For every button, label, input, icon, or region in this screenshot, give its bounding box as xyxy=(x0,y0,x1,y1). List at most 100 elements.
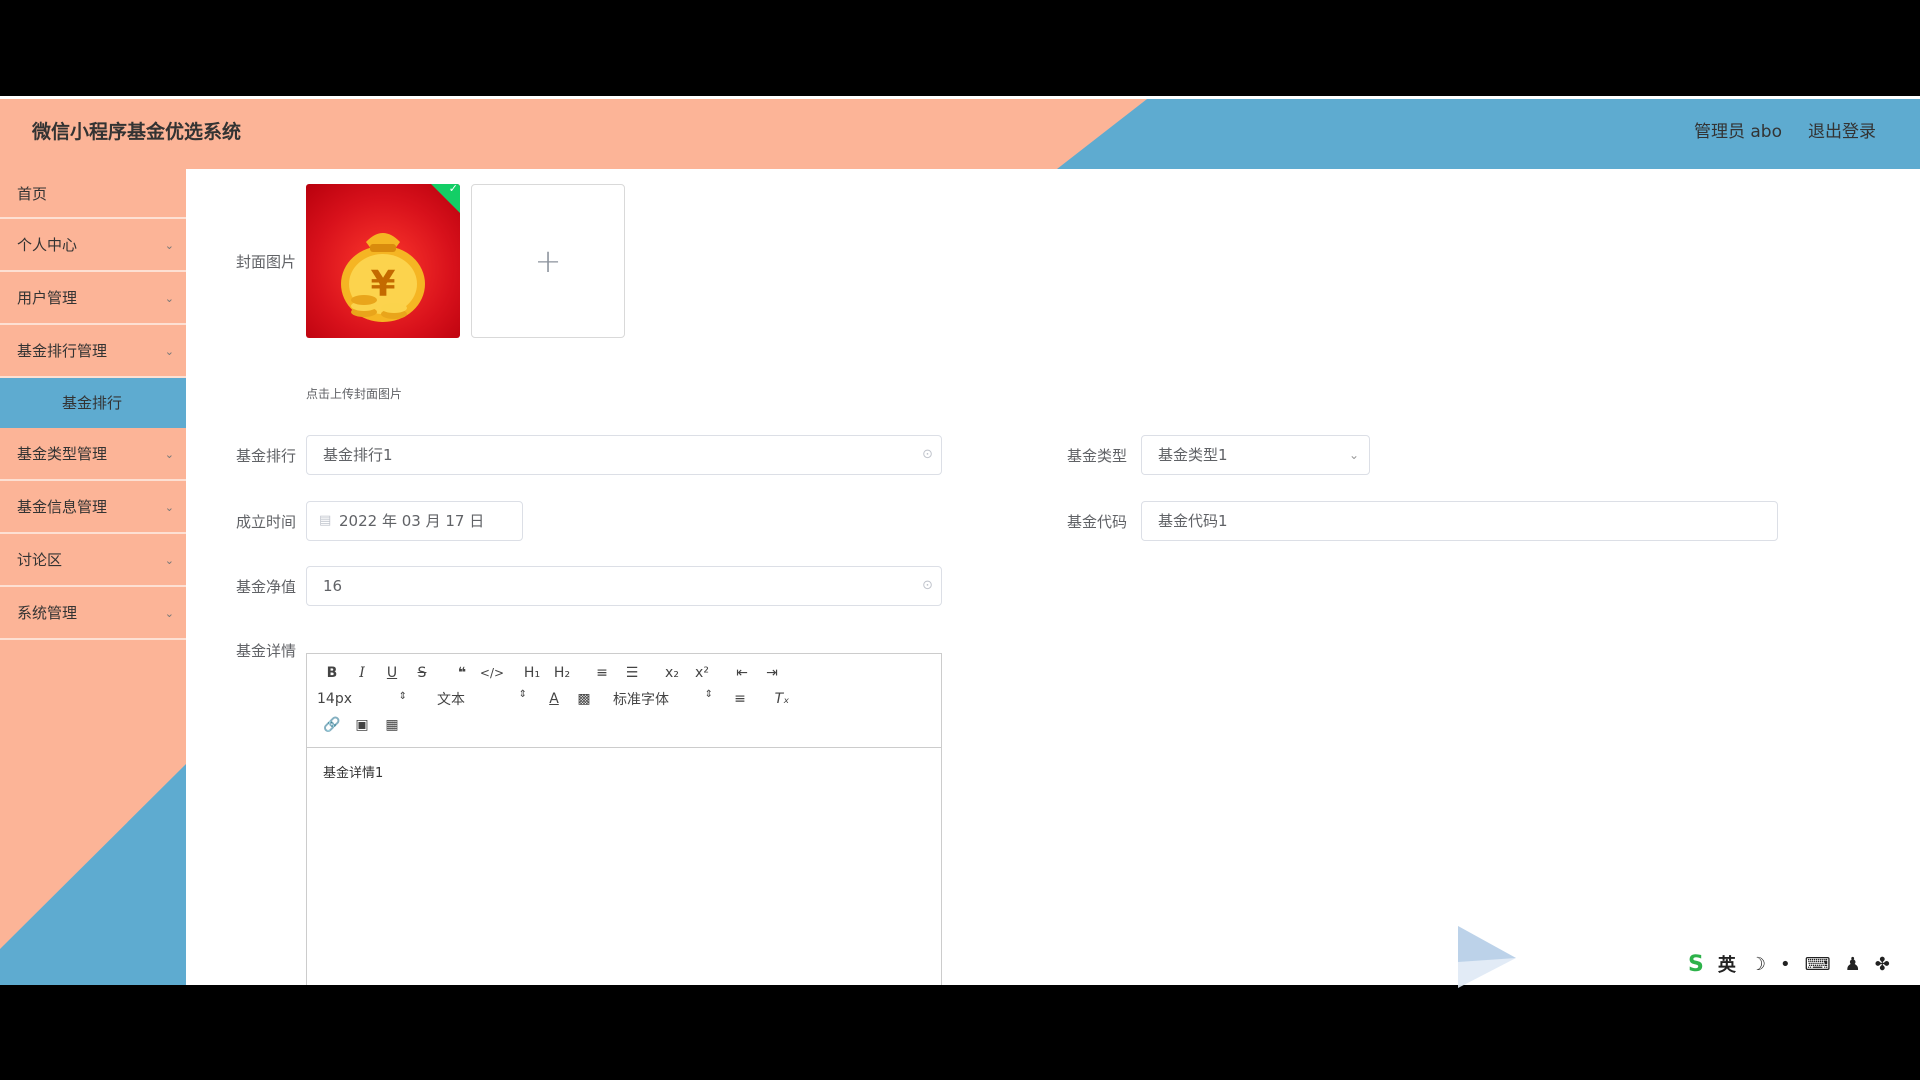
link-icon[interactable]: 🔗 xyxy=(317,717,347,733)
cover-upload-hint: 点击上传封面图片 xyxy=(306,387,403,401)
clear-icon[interactable]: ⊙ xyxy=(922,436,933,474)
sidebar-item-personal-center[interactable]: 个人中心 ⌄ xyxy=(0,219,186,272)
rank-input-value: 基金排行1 xyxy=(323,446,393,464)
code-input-value: 基金代码1 xyxy=(1158,512,1228,530)
image-icon[interactable]: ▣ xyxy=(347,717,377,733)
chevron-down-icon: ⌄ xyxy=(164,554,174,567)
admin-user: 管理员 abo xyxy=(1693,122,1782,142)
clear-icon[interactable]: ⊙ xyxy=(922,567,933,605)
app-title: 微信小程序基金优选系统 xyxy=(32,121,242,143)
sidebar-item-label: 用户管理 xyxy=(17,289,78,307)
type-select[interactable]: 基金类型1 ⌄ xyxy=(1141,435,1370,475)
chevron-down-icon: ⌄ xyxy=(164,239,174,252)
bullet-list-icon[interactable]: ☰ xyxy=(617,665,647,681)
rich-text-editor: B I U S ❝ </> H₁ H₂ ≡ ☰ x₂ x² ⇤ ⇥ 14px ⇕ xyxy=(306,653,942,985)
code-block-icon[interactable]: </> xyxy=(477,666,507,680)
detail-label: 基金详情 xyxy=(235,642,296,660)
sort-arrows-icon: ⇕ xyxy=(518,689,527,700)
editor-toolbar: B I U S ❝ </> H₁ H₂ ≡ ☰ x₂ x² ⇤ ⇥ 14px ⇕ xyxy=(307,654,941,748)
cover-image-thumbnail[interactable]: ¥ ✓ xyxy=(306,184,460,338)
bold-icon[interactable]: B xyxy=(317,665,347,681)
sidebar-item-fund-rank-management[interactable]: 基金排行管理 ⌄ xyxy=(0,325,186,378)
superscript-icon[interactable]: x² xyxy=(687,665,717,681)
sidebar-menu: 首页 个人中心 ⌄ 用户管理 ⌄ 基金排行管理 ⌄ 基金排行 基金类型管理 ⌄ 基金信息… xyxy=(0,169,186,640)
ime-moon-icon[interactable]: ☽ xyxy=(1750,954,1766,975)
ime-punct-icon[interactable]: • xyxy=(1780,954,1791,975)
chevron-down-icon: ⌄ xyxy=(164,501,174,514)
cover-label: 封面图片 xyxy=(235,253,296,271)
h2-icon[interactable]: H₂ xyxy=(547,665,577,681)
chevron-down-icon: ⌄ xyxy=(164,607,174,620)
font-family-select[interactable]: 标准字体 ⇕ xyxy=(613,689,713,709)
upload-add-button[interactable]: + xyxy=(471,184,625,338)
rank-input[interactable]: 基金排行1 ⊙ xyxy=(306,435,942,475)
ime-logo-icon[interactable]: S xyxy=(1688,952,1704,977)
sidebar-item-label: 个人中心 xyxy=(17,236,78,254)
header-actions: 管理员 abo 退出登录 xyxy=(1694,99,1876,165)
video-icon[interactable]: ▦ xyxy=(377,717,407,733)
font-color-icon[interactable]: A xyxy=(539,691,569,707)
play-arrow-icon xyxy=(1458,926,1516,988)
sidebar-item-label: 讨论区 xyxy=(17,551,63,569)
font-size-value: 14px xyxy=(317,691,352,707)
sidebar-item-system-management[interactable]: 系统管理 ⌄ xyxy=(0,587,186,640)
outdent-icon[interactable]: ⇤ xyxy=(727,665,757,681)
plus-icon: + xyxy=(534,242,562,280)
sidebar: 首页 个人中心 ⌄ 用户管理 ⌄ 基金排行管理 ⌄ 基金排行 基金类型管理 ⌄ 基金信息… xyxy=(0,169,186,985)
quote-icon[interactable]: ❝ xyxy=(447,665,477,681)
sidebar-item-label: 基金信息管理 xyxy=(17,498,108,516)
check-icon: ✓ xyxy=(448,184,458,196)
ime-language[interactable]: 英 xyxy=(1718,951,1736,977)
date-picker-value: 2022 年 03 月 17 日 xyxy=(339,512,485,530)
header-select-value: 文本 xyxy=(437,692,465,708)
sidebar-item-label: 系统管理 xyxy=(17,604,78,622)
chevron-up-icon: ⌄ xyxy=(164,345,174,358)
date-label: 成立时间 xyxy=(235,513,296,531)
clear-format-icon[interactable]: Tₓ xyxy=(767,691,797,707)
sidebar-item-label: 首页 xyxy=(17,185,48,203)
chevron-down-icon: ⌄ xyxy=(1348,448,1359,462)
strike-icon[interactable]: S xyxy=(407,665,437,681)
editor-body[interactable]: 基金详情1 xyxy=(307,748,941,795)
header-select[interactable]: 文本 ⇕ xyxy=(437,689,527,709)
indent-icon[interactable]: ⇥ xyxy=(757,665,787,681)
font-size-select[interactable]: 14px ⇕ xyxy=(317,691,407,707)
form-content: 封面图片 ¥ ✓ + 点击上传封面图片 基金排行 基金排行1 ⊙ 基金类型 基金… xyxy=(186,169,1920,985)
sidebar-item-home[interactable]: 首页 xyxy=(0,169,186,219)
sidebar-subitem-fund-rank[interactable]: 基金排行 xyxy=(0,378,186,428)
app-window: 微信小程序基金优选系统 管理员 abo 退出登录 首页 个人中心 ⌄ 用户管理 ⌄ … xyxy=(0,96,1920,985)
nav-label: 基金净值 xyxy=(235,578,296,596)
code-label: 基金代码 xyxy=(1066,513,1127,531)
align-icon[interactable]: ≡ xyxy=(725,691,755,707)
money-bag-icon: ¥ xyxy=(341,233,425,322)
ordered-list-icon[interactable]: ≡ xyxy=(587,665,617,681)
toolbar-row-1: B I U S ❝ </> H₁ H₂ ≡ ☰ x₂ x² ⇤ ⇥ xyxy=(317,660,931,686)
sidebar-item-discussion[interactable]: 讨论区 ⌄ xyxy=(0,534,186,587)
sidebar-item-label: 基金排行管理 xyxy=(17,342,108,360)
toolbar-row-2: 14px ⇕ 文本 ⇕ A ▩ 标准字体 ⇕ ≡ Tₓ xyxy=(317,686,931,712)
italic-icon[interactable]: I xyxy=(347,665,377,681)
rank-label: 基金排行 xyxy=(235,447,296,465)
sidebar-item-fund-type-management[interactable]: 基金类型管理 ⌄ xyxy=(0,428,186,481)
type-label: 基金类型 xyxy=(1066,447,1127,465)
ime-toolbar: S 英 ☽ • ⌨ ♟ ✤ xyxy=(1688,948,1890,980)
code-input[interactable]: 基金代码1 xyxy=(1141,501,1778,541)
keyboard-icon[interactable]: ⌨ xyxy=(1805,954,1831,975)
sidebar-item-fund-info-management[interactable]: 基金信息管理 ⌄ xyxy=(0,481,186,534)
toolbar-row-3: 🔗 ▣ ▦ xyxy=(317,712,931,738)
logout-link[interactable]: 退出登录 xyxy=(1808,99,1876,165)
subscript-icon[interactable]: x₂ xyxy=(657,665,687,681)
underline-icon[interactable]: U xyxy=(377,665,407,681)
h1-icon[interactable]: H₁ xyxy=(517,665,547,681)
apps-icon[interactable]: ✤ xyxy=(1875,954,1890,975)
font-family-value: 标准字体 xyxy=(613,692,669,708)
nav-input[interactable]: 16 ⊙ xyxy=(306,566,942,606)
date-picker[interactable]: ▤ 2022 年 03 月 17 日 xyxy=(306,501,523,541)
chevron-down-icon: ⌄ xyxy=(164,448,174,461)
sort-arrows-icon: ⇕ xyxy=(398,691,407,702)
header-accent xyxy=(0,99,1147,169)
sort-arrows-icon: ⇕ xyxy=(704,689,713,700)
user-icon[interactable]: ♟ xyxy=(1845,954,1861,975)
background-color-icon[interactable]: ▩ xyxy=(569,691,599,707)
sidebar-item-user-management[interactable]: 用户管理 ⌄ xyxy=(0,272,186,325)
